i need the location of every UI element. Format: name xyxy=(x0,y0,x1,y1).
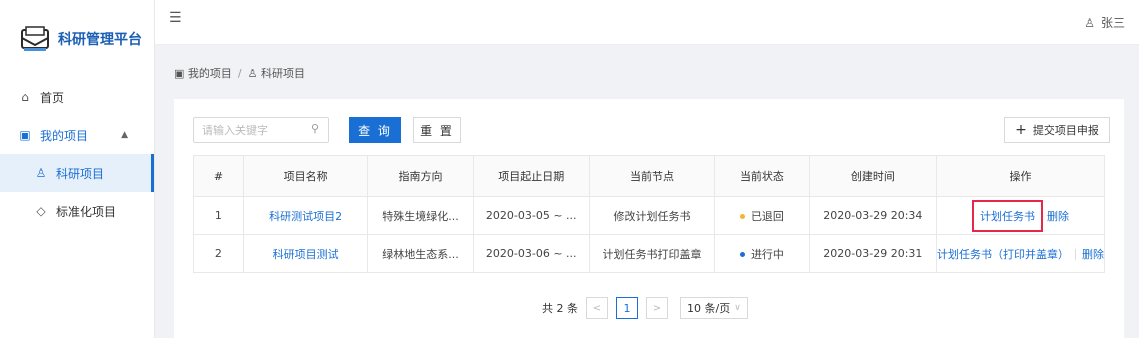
sidebar-item-label: 首页 xyxy=(40,90,65,105)
project-name-link[interactable]: 科研项目测试 xyxy=(242,234,369,273)
submit-project-label: 提交项目申报 xyxy=(1032,124,1099,137)
chevron-up-icon: ▲ xyxy=(121,130,128,140)
user-icon: ♙ xyxy=(35,166,47,180)
action-divider xyxy=(1074,249,1076,260)
delete-link[interactable]: 删除 xyxy=(1047,210,1069,223)
table-row: 1 科研测试项目2 特殊生境绿化... 2020-03-05 ~ ... 修改计… xyxy=(193,196,1106,235)
page-size-value: 10 条/页 xyxy=(687,302,731,315)
col-header-actions: 操作 xyxy=(935,155,1106,197)
chevron-left-icon: < xyxy=(592,302,602,314)
topbar: ☰ ♙ 张三 xyxy=(155,0,1139,45)
col-header-created: 创建时间 xyxy=(808,155,937,197)
query-button[interactable]: 查 询 xyxy=(349,117,401,143)
chevron-right-icon: > xyxy=(652,302,662,314)
status-dot xyxy=(739,214,745,219)
next-page-button[interactable]: > xyxy=(646,297,668,319)
search-input[interactable] xyxy=(193,117,329,143)
breadcrumb: ▣ 我的项目 / ♙ 科研项目 xyxy=(174,65,305,81)
col-header-name: 项目名称 xyxy=(242,155,369,197)
folder-icon: ▣ xyxy=(19,128,31,142)
sidebar-item-label: 科研项目 xyxy=(56,166,105,181)
row-status: 已退回 xyxy=(714,196,810,235)
table-row: 2 科研项目测试 绿林地生态系... 2020-03-06 ~ ... 计划任务… xyxy=(193,234,1106,273)
sidebar-item-label: 我的项目 xyxy=(40,128,89,143)
pagination: 共 2 条 < 1 > 10 条/页 ∨ xyxy=(542,297,748,319)
project-table: # 项目名称 指南方向 项目起止日期 当前节点 当前状态 创建时间 操作 1 科… xyxy=(193,155,1106,273)
app-logo[interactable]: 科研管理平台 xyxy=(0,0,154,78)
breadcrumb-separator: / xyxy=(237,67,242,80)
breadcrumb-current: 科研项目 xyxy=(260,67,305,80)
status-text: 进行中 xyxy=(750,247,784,261)
home-icon: ⌂ xyxy=(21,90,29,104)
row-created: 2020-03-29 20:31 xyxy=(808,234,937,273)
search-icon[interactable]: ⚲ xyxy=(311,122,319,135)
sidebar: 科研管理平台 ⌂ 首页 ▣ 我的项目 ▲ ♙ 科研项目 ◇ 标准化项目 xyxy=(0,0,155,338)
col-header-status: 当前状态 xyxy=(714,155,810,197)
shield-icon: ◇ xyxy=(36,204,46,218)
logo-icon xyxy=(21,26,49,51)
project-name-link[interactable]: 科研测试项目2 xyxy=(242,196,369,235)
sidebar-item-my-projects[interactable]: ▣ 我的项目 ▲ xyxy=(0,116,154,154)
row-index: 2 xyxy=(193,234,244,273)
page-size-select[interactable]: 10 条/页 ∨ xyxy=(680,297,748,319)
submit-project-button[interactable]: + 提交项目申报 xyxy=(1004,117,1110,143)
row-dates: 2020-03-06 ~ ... xyxy=(472,234,590,273)
col-header-direction: 指南方向 xyxy=(367,155,474,197)
content-card: ⚲ 查 询 重 置 + 提交项目申报 # 项目名称 指南方向 项目起止日期 当前节… xyxy=(174,99,1124,338)
prev-page-button[interactable]: < xyxy=(586,297,608,319)
app-title: 科研管理平台 xyxy=(58,32,142,48)
menu-fold-icon[interactable]: ☰ xyxy=(169,10,182,26)
row-created: 2020-03-29 20:34 xyxy=(808,196,937,235)
plan-task-link[interactable]: 计划任务书 xyxy=(980,210,1035,223)
col-header-dates: 项目起止日期 xyxy=(472,155,590,197)
sidebar-item-label: 标准化项目 xyxy=(56,204,117,219)
user-icon: ♙ xyxy=(1084,16,1095,30)
row-direction: 特殊生境绿化... xyxy=(367,196,474,235)
row-actions: 计划任务书 删除 xyxy=(935,196,1106,235)
col-header-node: 当前节点 xyxy=(588,155,716,197)
row-actions: 计划任务书（打印并盖章） 删除 xyxy=(935,234,1106,273)
row-status: 进行中 xyxy=(714,234,810,273)
sidebar-item-home[interactable]: ⌂ 首页 xyxy=(0,78,154,116)
status-dot xyxy=(739,252,745,257)
delete-link[interactable]: 删除 xyxy=(1082,248,1104,261)
user-icon: ♙ xyxy=(247,67,261,80)
col-header-index: # xyxy=(193,155,244,197)
breadcrumb-first[interactable]: 我的项目 xyxy=(188,67,232,80)
reset-button[interactable]: 重 置 xyxy=(413,117,461,143)
pagination-total: 共 2 条 xyxy=(542,302,578,315)
plan-task-print-link[interactable]: 计划任务书（打印并盖章） xyxy=(937,248,1069,261)
sidebar-item-research-projects[interactable]: ♙ 科研项目 xyxy=(0,154,154,192)
page-number-button[interactable]: 1 xyxy=(616,297,638,319)
user-menu[interactable]: ♙ 张三 xyxy=(1084,14,1125,31)
folder-icon: ▣ xyxy=(174,67,185,80)
user-name: 张三 xyxy=(1100,16,1125,30)
row-node: 计划任务书打印盖章 xyxy=(588,234,716,273)
table-header-row: # 项目名称 指南方向 项目起止日期 当前节点 当前状态 创建时间 操作 xyxy=(193,155,1106,197)
sidebar-item-standard-projects[interactable]: ◇ 标准化项目 xyxy=(0,192,154,230)
status-text: 已退回 xyxy=(750,209,784,223)
highlight-box: 计划任务书 xyxy=(971,199,1043,232)
row-dates: 2020-03-05 ~ ... xyxy=(472,196,590,235)
row-direction: 绿林地生态系... xyxy=(367,234,474,273)
plus-icon: + xyxy=(1015,122,1027,138)
chevron-down-icon: ∨ xyxy=(734,303,741,313)
row-index: 1 xyxy=(193,196,244,235)
row-node: 修改计划任务书 xyxy=(588,196,716,235)
